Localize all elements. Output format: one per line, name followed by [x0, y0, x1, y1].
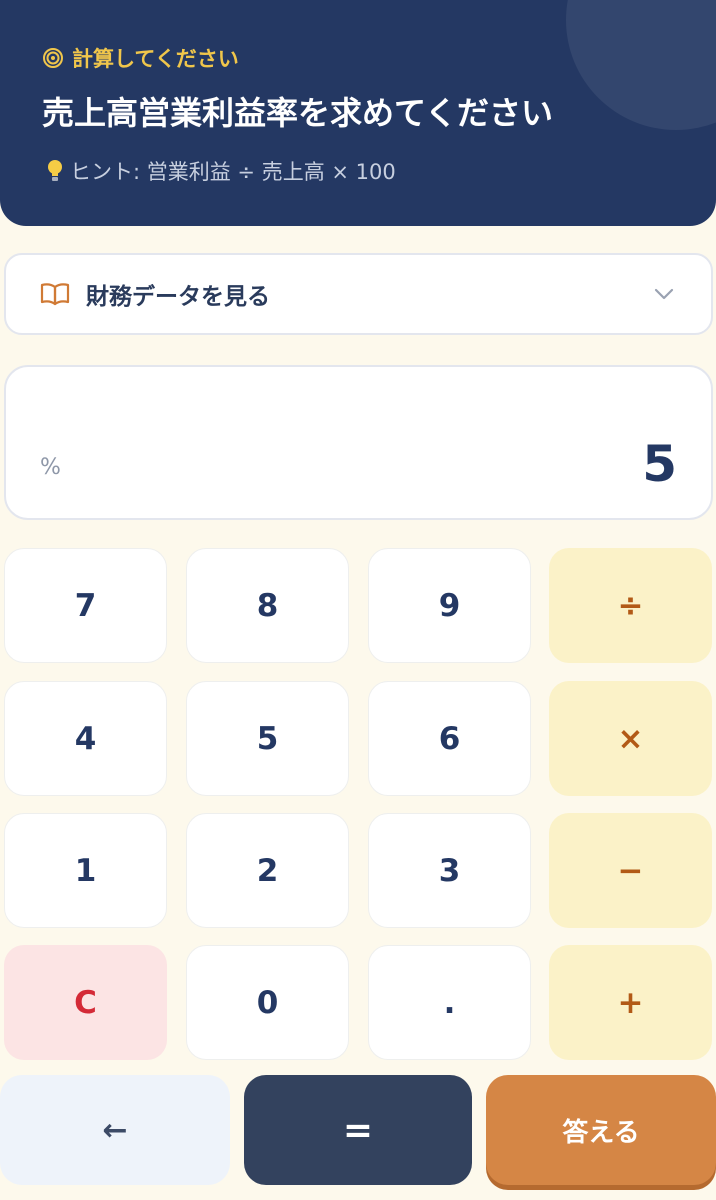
question-title: 売上高営業利益率を求めてください	[42, 94, 554, 132]
answer-display: % 5	[4, 365, 713, 520]
key-decimal[interactable]: .	[368, 945, 531, 1060]
key-multiply[interactable]: ×	[549, 681, 712, 796]
header-decoration	[566, 0, 716, 130]
key-6[interactable]: 6	[368, 681, 531, 796]
chevron-down-icon	[654, 288, 674, 300]
financial-data-label: 財務データを見る	[86, 284, 270, 310]
book-icon	[40, 283, 70, 306]
question-header: 計算してください 売上高営業利益率を求めてください ヒント: 営業利益 ÷ 売上…	[0, 0, 716, 226]
key-3[interactable]: 3	[368, 813, 531, 928]
backspace-button[interactable]: ←	[0, 1075, 230, 1185]
key-4[interactable]: 4	[4, 681, 167, 796]
key-8[interactable]: 8	[186, 548, 349, 663]
key-9[interactable]: 9	[368, 548, 531, 663]
financial-data-toggle[interactable]: 財務データを見る	[4, 253, 713, 335]
calc-label-text: 計算してください	[72, 47, 239, 71]
equals-button[interactable]: =	[244, 1075, 472, 1185]
key-5[interactable]: 5	[186, 681, 349, 796]
unit-label: %	[40, 455, 61, 480]
key-plus[interactable]: +	[549, 945, 712, 1060]
hint-text: ヒント: 営業利益 ÷ 売上高 × 100	[70, 160, 396, 184]
key-2[interactable]: 2	[186, 813, 349, 928]
calc-label: 計算してください	[42, 44, 239, 72]
key-1[interactable]: 1	[4, 813, 167, 928]
hint: ヒント: 営業利益 ÷ 売上高 × 100	[46, 156, 396, 186]
key-clear[interactable]: C	[4, 945, 167, 1060]
lightbulb-icon	[48, 160, 62, 181]
back-arrow-icon: ←	[102, 1112, 128, 1148]
key-7[interactable]: 7	[4, 548, 167, 663]
target-icon	[43, 48, 63, 68]
display-value: 5	[642, 435, 677, 493]
key-0[interactable]: 0	[186, 945, 349, 1060]
answer-button[interactable]: 答える	[486, 1075, 716, 1185]
key-divide[interactable]: ÷	[549, 548, 712, 663]
key-minus[interactable]: −	[549, 813, 712, 928]
